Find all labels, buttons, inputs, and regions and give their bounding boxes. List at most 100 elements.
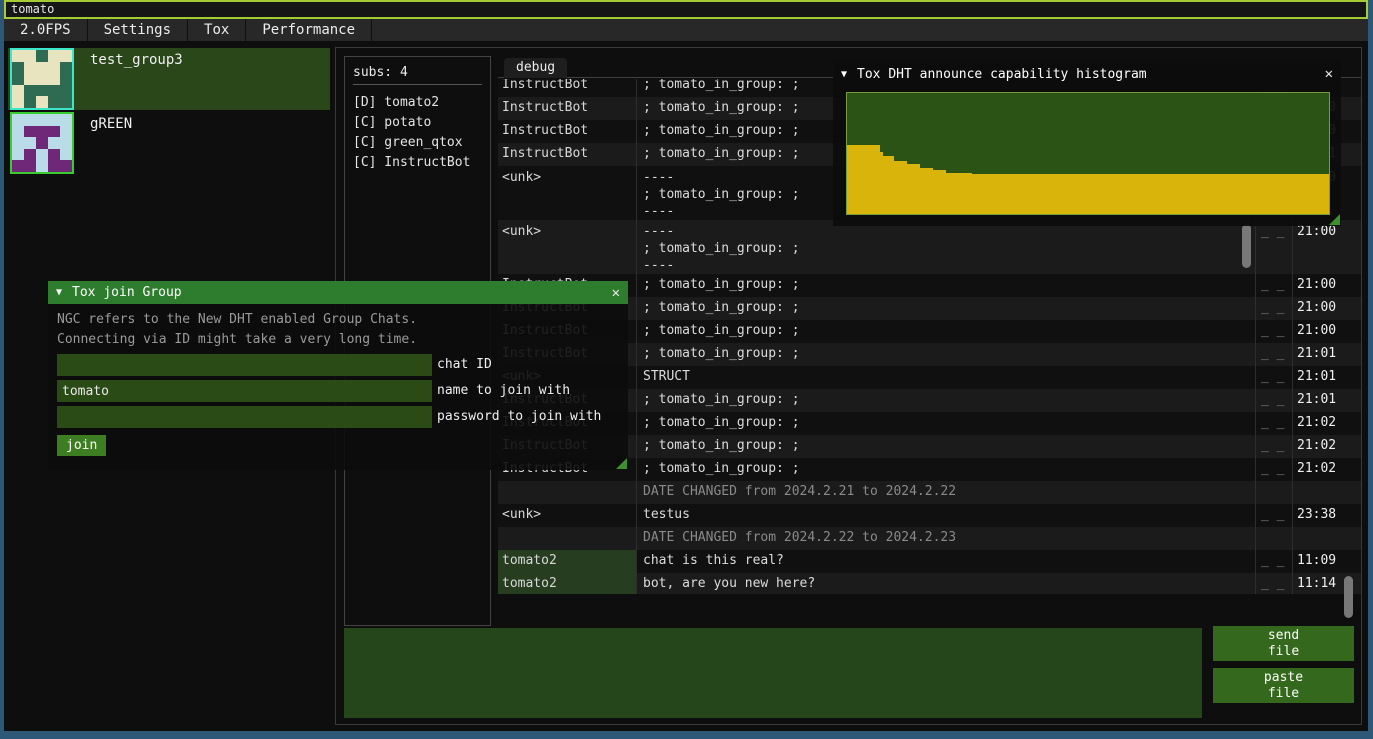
resize-grip[interactable]	[616, 458, 627, 469]
message-row[interactable]: <unk> testus _ _ 23:38	[498, 504, 1361, 527]
message-author: InstructBot	[498, 97, 637, 120]
paste-file-button[interactable]: paste file	[1213, 668, 1354, 703]
dht-histogram-window: ▼ Tox DHT announce capability histogram …	[833, 60, 1341, 226]
message-time: 21:00	[1293, 320, 1340, 343]
message-row[interactable]: tomato2 chat is this real? _ _ 11:09	[498, 550, 1361, 573]
join-name-label: name to join with	[432, 380, 570, 402]
join-title-bar[interactable]: ▼ Tox join Group ✕	[48, 281, 628, 304]
window-title-bar: tomato	[4, 0, 1368, 19]
message-flags: _ _	[1256, 343, 1293, 366]
window-title: tomato	[11, 2, 54, 16]
message-row[interactable]: tomato2 bot, are you new here? _ _ 11:14	[498, 573, 1361, 594]
message-row-scrollbar[interactable]	[1242, 224, 1251, 268]
group-avatar	[10, 48, 74, 110]
message-author	[498, 481, 637, 504]
sidebar-item-green[interactable]: gREEN	[8, 112, 330, 174]
subs-count: subs: 4	[353, 65, 490, 80]
menu-bar: 2.0FPSSettingsToxPerformance	[4, 19, 1368, 41]
message-flags: _ _	[1256, 412, 1293, 435]
collapse-arrow-icon[interactable]: ▼	[841, 69, 847, 80]
chat-id-field[interactable]	[57, 354, 432, 376]
message-flags: _ _	[1256, 550, 1293, 573]
message-text: chat is this real?	[637, 550, 1256, 573]
message-text: ; tomato_in_group: ;	[637, 412, 1256, 435]
group-sidebar: test_group3 gREEN	[8, 48, 334, 176]
histogram-title-bar[interactable]: ▼ Tox DHT announce capability histogram …	[833, 60, 1341, 88]
subs-member[interactable]: [C] green_qtox	[353, 133, 490, 153]
message-time: 21:01	[1293, 366, 1340, 389]
tab-debug[interactable]: debug	[504, 58, 567, 78]
message-time: 21:00	[1293, 274, 1340, 297]
message-flags: _ _	[1256, 297, 1293, 320]
send-file-button[interactable]: send file	[1213, 626, 1354, 661]
menu-item[interactable]: 2.0FPS	[4, 19, 88, 41]
chat-scrollbar[interactable]	[1344, 576, 1353, 618]
message-text: ; tomato_in_group: ;	[637, 274, 1256, 297]
message-time	[1293, 527, 1340, 550]
subs-list: [D] tomato2[C] potato[C] green_qtox[C] I…	[353, 93, 490, 173]
histogram-plot	[846, 92, 1330, 215]
message-row[interactable]: DATE CHANGED from 2024.2.21 to 2024.2.22	[498, 481, 1361, 504]
message-author: InstructBot	[498, 120, 637, 143]
message-text: testus	[637, 504, 1256, 527]
join-name-field[interactable]	[57, 380, 432, 402]
join-title: Tox join Group	[72, 285, 182, 300]
subs-member[interactable]: [C] potato	[353, 113, 490, 133]
close-icon[interactable]: ✕	[612, 285, 620, 301]
join-password-label: password to join with	[432, 406, 601, 428]
collapse-arrow-icon[interactable]: ▼	[56, 287, 62, 298]
message-time	[1293, 481, 1340, 504]
menu-item[interactable]: Settings	[88, 19, 188, 41]
message-author: InstructBot	[498, 143, 637, 166]
subs-member[interactable]: [D] tomato2	[353, 93, 490, 113]
chat-id-label: chat ID	[432, 354, 492, 376]
message-time: 21:02	[1293, 412, 1340, 435]
message-flags	[1256, 527, 1293, 550]
resize-grip[interactable]	[1329, 214, 1340, 225]
message-flags: _ _	[1256, 435, 1293, 458]
message-author: tomato2	[498, 550, 637, 573]
group-name: test_group3	[74, 48, 183, 68]
message-text: DATE CHANGED from 2024.2.22 to 2024.2.23	[637, 527, 1256, 550]
menu-item[interactable]: Performance	[246, 19, 372, 41]
message-author: <unk>	[498, 220, 637, 274]
message-time: 21:01	[1293, 389, 1340, 412]
join-info-line: Connecting via ID might take a very long…	[48, 330, 628, 350]
subs-member[interactable]: [C] InstructBot	[353, 153, 490, 173]
message-time: 21:00	[1293, 297, 1340, 320]
message-flags: _ _	[1256, 504, 1293, 527]
message-author: InstructBot	[498, 79, 637, 97]
message-input[interactable]	[344, 628, 1202, 718]
join-button[interactable]: join	[57, 435, 106, 456]
message-flags: _ _	[1256, 573, 1293, 594]
message-time: 21:02	[1293, 458, 1340, 481]
message-flags: _ _	[1256, 389, 1293, 412]
message-time: 21:01	[1293, 343, 1340, 366]
message-author	[498, 527, 637, 550]
sidebar-item-test-group3[interactable]: test_group3	[8, 48, 330, 110]
message-text: bot, are you new here?	[637, 573, 1256, 594]
message-flags: _ _	[1256, 458, 1293, 481]
message-text: ; tomato_in_group: ;	[637, 297, 1256, 320]
message-row[interactable]: DATE CHANGED from 2024.2.22 to 2024.2.23	[498, 527, 1361, 550]
message-flags: _ _	[1256, 274, 1293, 297]
message-time: 21:02	[1293, 435, 1340, 458]
group-name: gREEN	[74, 112, 132, 132]
message-time: 11:09	[1293, 550, 1340, 573]
message-text: ; tomato_in_group: ;	[637, 435, 1256, 458]
join-info-line: NGC refers to the New DHT enabled Group …	[48, 310, 628, 330]
message-text: DATE CHANGED from 2024.2.21 to 2024.2.22	[637, 481, 1256, 504]
close-icon[interactable]: ✕	[1325, 66, 1333, 82]
histogram-title: Tox DHT announce capability histogram	[857, 67, 1147, 82]
message-time: 21:00	[1293, 220, 1340, 274]
message-author: tomato2	[498, 573, 637, 594]
menu-item[interactable]: Tox	[188, 19, 246, 41]
message-flags: _ _	[1256, 320, 1293, 343]
join-password-field[interactable]	[57, 406, 432, 428]
join-info: NGC refers to the New DHT enabled Group …	[48, 310, 628, 350]
message-text: ; tomato_in_group: ;	[637, 389, 1256, 412]
message-row[interactable]: <unk> ---- ; tomato_in_group: ; ---- _ _…	[498, 220, 1361, 274]
message-author: <unk>	[498, 166, 637, 220]
group-avatar	[10, 112, 74, 174]
message-flags	[1256, 481, 1293, 504]
